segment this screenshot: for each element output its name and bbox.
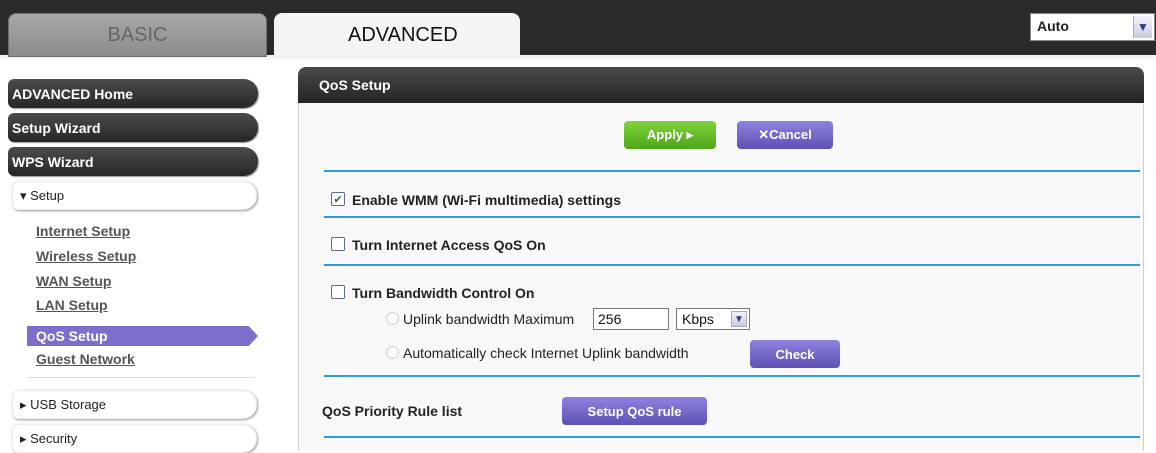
qos-checkbox[interactable] [331, 237, 345, 251]
uplink-max-radio[interactable] [386, 312, 399, 325]
check-button[interactable]: Check [750, 340, 840, 368]
cancel-button[interactable]: ✕Cancel [737, 121, 833, 149]
sidebar-item-wps-wizard[interactable]: WPS Wizard [8, 147, 258, 176]
bandwidth-label: Turn Bandwidth Control On [352, 285, 535, 301]
auto-check-radio[interactable] [386, 346, 399, 359]
bandwidth-checkbox[interactable] [331, 285, 345, 299]
sidebar-item-lan-setup[interactable]: LAN Setup [36, 297, 108, 313]
sidebar-section-security[interactable]: ▸ Security [12, 424, 257, 453]
section-divider [324, 375, 1140, 377]
uplink-max-label: Uplink bandwidth Maximum [403, 311, 575, 327]
language-select-value: Auto [1037, 18, 1069, 34]
sidebar-item-advanced-home[interactable]: ADVANCED Home [8, 79, 258, 108]
auto-check-label: Automatically check Internet Uplink band… [403, 345, 689, 361]
tab-advanced[interactable]: ADVANCED [274, 13, 520, 57]
qos-label: Turn Internet Access QoS On [352, 237, 546, 253]
setup-qos-rule-button[interactable]: Setup QoS rule [562, 397, 707, 425]
sidebar-section-usb-storage[interactable]: ▸ USB Storage [12, 390, 257, 419]
tab-basic[interactable]: BASIC [8, 13, 267, 57]
qos-panel-body [298, 103, 1144, 451]
sidebar-item-guest-network[interactable]: Guest Network [36, 351, 135, 367]
section-divider [324, 170, 1140, 172]
uplink-bandwidth-input[interactable] [593, 308, 669, 330]
section-divider [324, 264, 1140, 266]
sidebar-divider [27, 377, 255, 378]
sidebar-section-setup[interactable]: ▾ Setup [12, 181, 257, 210]
wmm-label: Enable WMM (Wi-Fi multimedia) settings [352, 192, 621, 208]
uplink-unit-select[interactable]: Kbps ▼ [676, 308, 750, 330]
wmm-checkbox[interactable]: ✔ [331, 192, 345, 206]
apply-button[interactable]: Apply ▸ [624, 121, 716, 149]
sidebar-item-wireless-setup[interactable]: Wireless Setup [36, 248, 136, 264]
chevron-down-icon: ▼ [731, 311, 747, 327]
uplink-unit-value: Kbps [682, 311, 714, 327]
sidebar-item-qos-setup[interactable]: QoS Setup [27, 326, 258, 346]
section-divider [324, 216, 1140, 218]
checkmark-icon: ✔ [333, 193, 343, 206]
chevron-down-icon: ▼ [1133, 16, 1152, 38]
sidebar-item-internet-setup[interactable]: Internet Setup [36, 223, 130, 239]
sidebar-item-setup-wizard[interactable]: Setup Wizard [8, 113, 258, 142]
language-select[interactable]: Auto ▼ [1030, 13, 1155, 41]
section-divider [324, 436, 1140, 438]
page-title: QoS Setup [298, 67, 1144, 103]
sidebar-item-wan-setup[interactable]: WAN Setup [36, 273, 111, 289]
qos-rule-list-label: QoS Priority Rule list [322, 403, 463, 419]
